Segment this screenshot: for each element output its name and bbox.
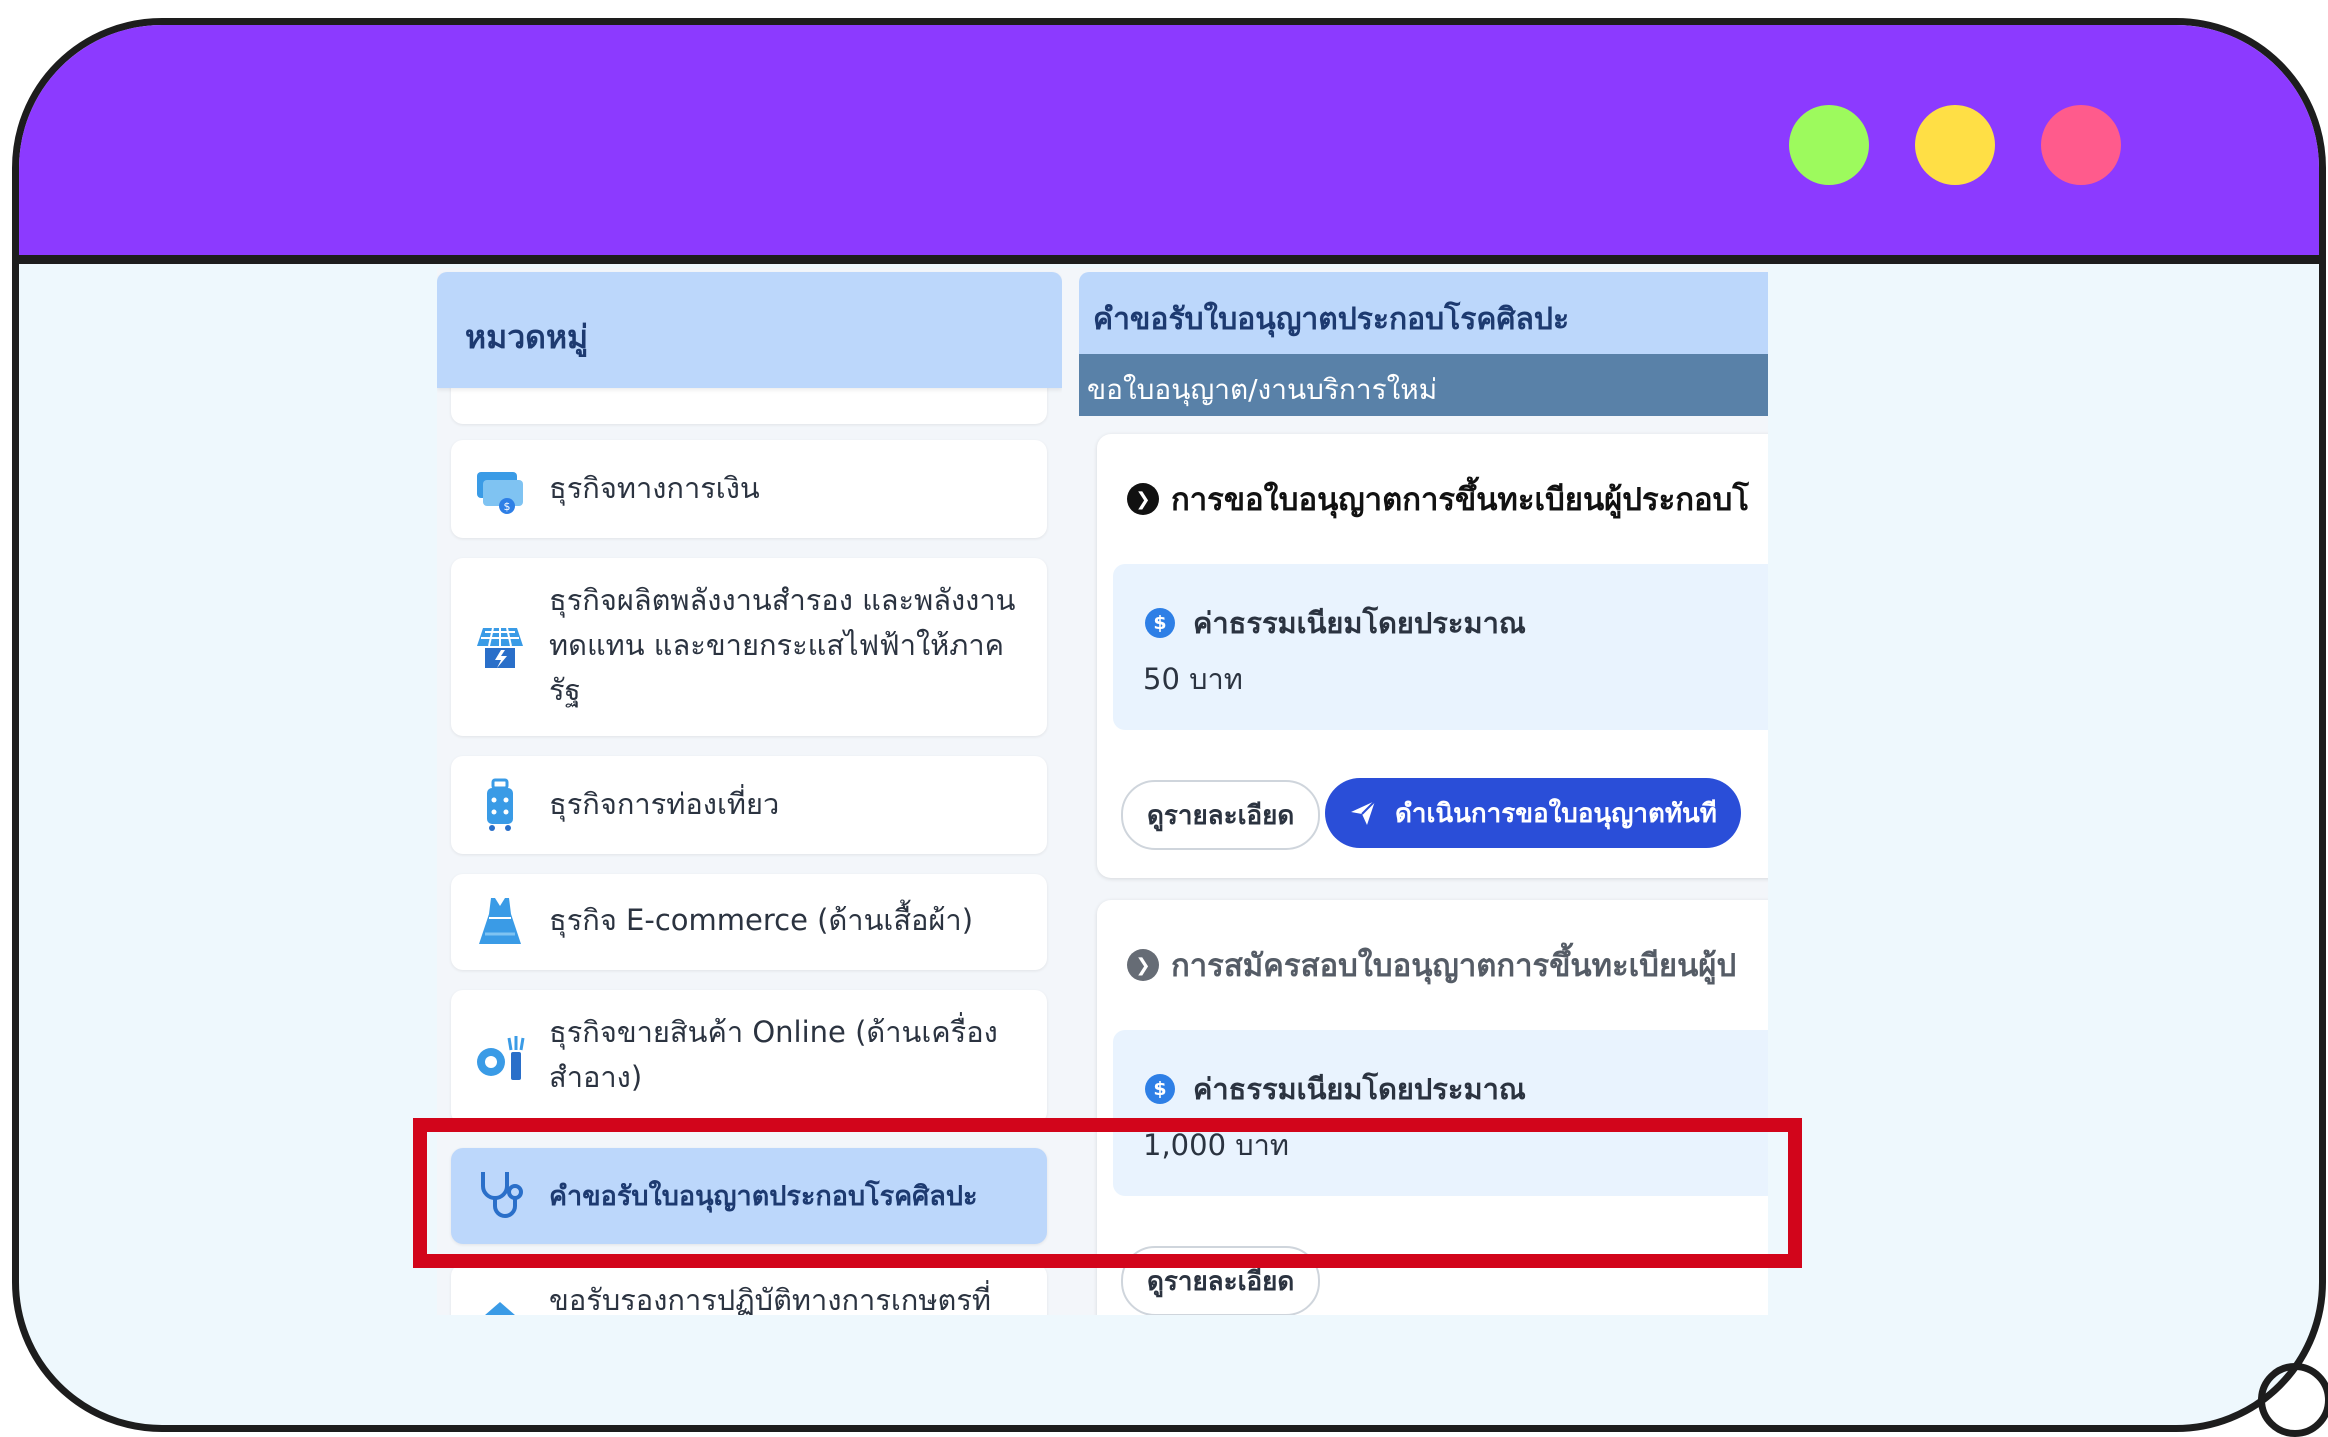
category-label: ธุรกิจการท่องเที่ยว [549,787,780,821]
service-title-text: การขอใบอนุญาตการขึ้นทะเบียนผู้ประกอบโ [1171,482,1749,518]
apply-now-button[interactable]: ดำเนินการขอใบอนุญาตทันที [1325,778,1741,848]
fee-label: $ ค่าธรรมเนียมโดยประมาณ [1145,1066,1526,1112]
category-label: ขอรับรองการปฏิบัติทางการเกษตรที่ [549,1283,992,1315]
fee-label: $ ค่าธรรมเนียมโดยประมาณ [1145,600,1526,646]
category-header-title: หมวดหมู่ [465,318,589,356]
detail-subheader-text: ขอใบอนุญาต/งานบริการใหม่ [1087,373,1438,406]
category-label: ธุรกิจทางการเงิน [549,471,760,505]
detail-subheader: ขอใบอนุญาต/งานบริการใหม่ [1079,354,1768,416]
solar-panel-icon [473,620,527,674]
category-item-energy[interactable]: ธุรกิจผลิตพลังงานสำรอง และพลังงานทดแทน แ… [451,558,1047,736]
highlight-box [413,1118,1802,1268]
corner-decoration [2258,1363,2328,1437]
category-item-finance[interactable]: $ ธุรกิจทางการเงิน [451,440,1047,538]
service-card-title[interactable]: ❯ การสมัครสอบใบอนุญาตการขึ้นทะเบียนผู้ป [1127,940,1736,990]
chevron-right-icon: ❯ [1127,483,1159,515]
category-panel-header: หมวดหมู่ [437,272,1062,388]
green-window-control[interactable] [1789,105,1869,185]
fee-value: 50 บาท [1143,662,1243,696]
service-card: ❯ การขอใบอนุญาตการขึ้นทะเบียนผู้ประกอบโ … [1097,434,1768,878]
category-label: ธุรกิจขายสินค้า Online (ด้านเครื่องสำอาง… [549,1015,998,1094]
chevron-right-icon: ❯ [1127,949,1159,981]
category-item-ecommerce-clothing[interactable]: ธุรกิจ E-commerce (ด้านเสื้อผ้า) [451,874,1047,970]
service-title-text: การสมัครสอบใบอนุญาตการขึ้นทะเบียนผู้ป [1171,948,1737,984]
window-title-bar [19,25,2319,264]
money-card-icon: $ [473,462,527,516]
category-label: ธุรกิจ E-commerce (ด้านเสื้อผ้า) [549,903,974,937]
view-details-button[interactable]: ดูรายละเอียด [1121,780,1321,850]
category-label: ธุรกิจผลิตพลังงานสำรอง และพลังงานทดแทน แ… [549,583,1016,707]
yellow-window-control[interactable] [1915,105,1995,185]
luggage-icon [473,778,527,832]
service-card-title[interactable]: ❯ การขอใบอนุญาตการขึ้นทะเบียนผู้ประกอบโ [1127,474,1749,524]
fee-label-text: ค่าธรรมเนียมโดยประมาณ [1193,1072,1526,1106]
farm-icon [473,1292,527,1315]
fee-box: $ ค่าธรรมเนียมโดยประมาณ 50 บาท [1113,564,1768,730]
dollar-icon: $ [1145,1074,1175,1104]
send-icon [1351,800,1376,825]
cosmetics-icon [473,1030,527,1084]
detail-title: คำขอรับใบอนุญาตประกอบโรคศิลปะ [1093,302,1570,337]
pink-window-control[interactable] [2041,105,2121,185]
svg-text:$: $ [504,500,511,513]
category-item-tourism[interactable]: ธุรกิจการท่องเที่ยว [451,756,1047,854]
dollar-icon: $ [1145,608,1175,638]
apply-now-label: ดำเนินการขอใบอนุญาตทันที [1395,798,1717,829]
dress-icon [473,894,527,948]
category-item-agriculture[interactable]: ขอรับรองการปฏิบัติทางการเกษตรที่ [451,1264,1047,1315]
detail-header: คำขอรับใบอนุญาตประกอบโรคศิลปะ [1079,272,1768,354]
category-item-online-cosmetics[interactable]: ธุรกิจขายสินค้า Online (ด้านเครื่องสำอาง… [451,990,1047,1124]
fee-label-text: ค่าธรรมเนียมโดยประมาณ [1193,606,1526,640]
